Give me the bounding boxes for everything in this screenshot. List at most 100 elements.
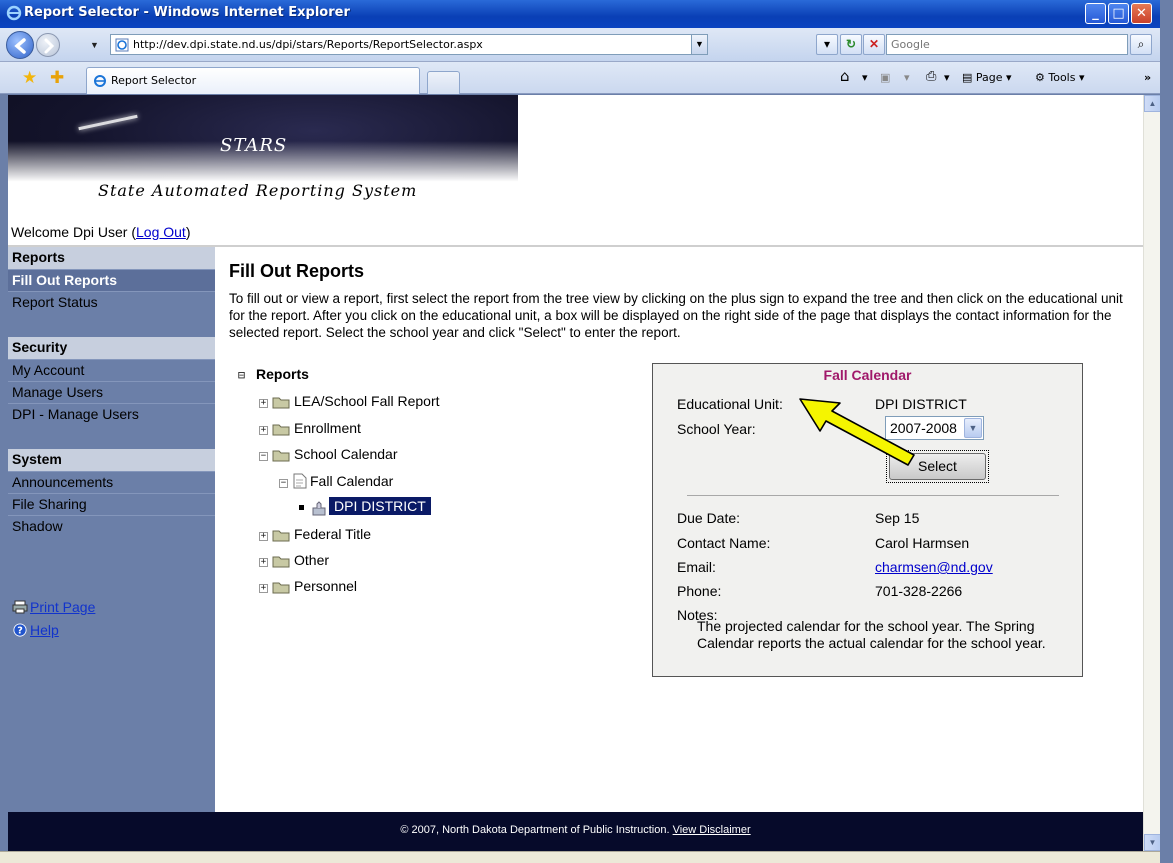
url-dropdown-button[interactable]: ▾ (816, 34, 838, 55)
folder-icon (272, 530, 290, 542)
disclaimer-link[interactable]: View Disclaimer (673, 824, 751, 836)
tree-item-label: LEA/School Fall Report (294, 393, 440, 409)
folder-icon (272, 556, 290, 568)
sidebar-item-dpi-manage-users[interactable]: DPI - Manage Users (8, 403, 215, 425)
folder-icon (272, 450, 290, 462)
welcome-end: ) (185, 224, 191, 240)
favorites-star-icon[interactable]: ★ (22, 68, 37, 88)
sidebar-heading-reports: Reports (8, 247, 215, 269)
printer-icon (12, 600, 28, 614)
collapse-icon[interactable]: ⊟ (237, 369, 246, 381)
copyright-text: © 2007, North Dakota Department of Publi… (400, 824, 673, 836)
panel-title: Fall Calendar (823, 367, 912, 383)
feeds-icon[interactable]: ▣ (880, 71, 890, 84)
school-building-icon (312, 501, 326, 516)
scroll-up-icon[interactable]: ▲ (1144, 95, 1160, 112)
ie-page-icon (94, 75, 106, 87)
help-link[interactable]: ? Help (12, 622, 59, 638)
email-label: Email: (677, 559, 716, 575)
forward-button[interactable] (36, 33, 60, 57)
print-page-link[interactable]: Print Page (12, 599, 95, 615)
tree-item-label: DPI DISTRICT (329, 497, 431, 515)
sidebar-item-file-sharing[interactable]: File Sharing (8, 493, 215, 515)
tools-menu[interactable]: ⚙ Tools ▾ (1035, 71, 1085, 84)
expand-icon[interactable]: + (259, 426, 268, 435)
print-icon[interactable]: ⎙ (926, 69, 936, 84)
home-dropdown-icon[interactable]: ▾ (862, 71, 868, 84)
new-tab-button[interactable] (427, 71, 460, 94)
logout-link[interactable]: Log Out (136, 224, 186, 240)
maximize-button[interactable]: □ (1108, 3, 1129, 24)
sidebar-heading-security: Security (8, 337, 215, 359)
page-menu[interactable]: ▤ Page ▾ (962, 71, 1012, 84)
browser-viewport: STARS State Automated Reporting System W… (8, 95, 1160, 851)
refresh-icon[interactable]: ↻ (840, 34, 862, 55)
page-menu-label: Page (975, 71, 1003, 84)
page-title: Fill Out Reports (229, 261, 364, 281)
print-page-label: Print Page (30, 599, 96, 615)
status-bar (0, 851, 1160, 863)
brand-title: STARS (220, 135, 288, 156)
tree-item-label: Personnel (294, 578, 358, 594)
ie-page-icon (115, 38, 129, 52)
chevron-down-icon: ▼ (964, 418, 982, 438)
sidebar-item-fill-out-reports[interactable]: Fill Out Reports (8, 269, 215, 291)
expand-icon[interactable]: + (259, 584, 268, 593)
contact-name-value: Carol Harmsen (875, 535, 970, 551)
search-box[interactable] (886, 34, 1128, 55)
email-link[interactable]: charmsen@nd.gov (875, 559, 993, 575)
ie-logo-icon (6, 5, 22, 21)
minimize-button[interactable]: _ (1085, 3, 1106, 24)
address-bar: ▼ http://dev.dpi.state.nd.us/dpi/stars/R… (0, 28, 1160, 62)
tab-report-selector[interactable]: Report Selector (86, 67, 420, 94)
history-dropdown-icon[interactable]: ▼ (90, 40, 99, 50)
contact-name-label: Contact Name: (677, 535, 771, 551)
close-button[interactable]: ✕ (1131, 3, 1152, 24)
window-titlebar: Report Selector - Windows Internet Explo… (0, 0, 1160, 28)
stop-icon[interactable]: ✕ (863, 34, 885, 55)
tree-item-label: Federal Title (294, 526, 372, 542)
vertical-scrollbar[interactable]: ▲ ▼ (1143, 95, 1160, 851)
sidebar-item-manage-users[interactable]: Manage Users (8, 381, 215, 403)
school-year-label: School Year: (677, 421, 756, 437)
sidebar-item-announcements[interactable]: Announcements (8, 471, 215, 493)
collapse-icon[interactable]: − (279, 479, 288, 488)
sidebar-item-shadow[interactable]: Shadow (8, 515, 215, 537)
scroll-down-icon[interactable]: ▼ (1144, 834, 1160, 851)
home-icon[interactable]: ⌂ (840, 67, 850, 85)
forward-arrow-icon (44, 38, 55, 54)
print-dropdown-icon[interactable]: ▾ (944, 71, 950, 84)
folder-icon (272, 397, 290, 409)
expand-icon[interactable]: + (259, 399, 268, 408)
url-field[interactable]: http://dev.dpi.state.nd.us/dpi/stars/Rep… (110, 34, 708, 55)
tree-item-label: School Calendar (294, 446, 398, 462)
yellow-arrow-annotation (799, 398, 915, 466)
url-dropdown-icon[interactable]: ▼ (691, 35, 707, 54)
sidebar-heading-system: System (8, 449, 215, 471)
back-arrow-icon (14, 38, 26, 54)
expand-icon[interactable]: + (259, 558, 268, 567)
search-icon[interactable]: ⌕ (1130, 34, 1152, 55)
tab-label: Report Selector (111, 74, 197, 87)
due-date-label: Due Date: (677, 510, 741, 526)
chevron-more-icon[interactable]: » (1144, 71, 1151, 84)
add-favorites-icon[interactable]: ✚ (50, 68, 64, 88)
due-date-value: Sep 15 (875, 510, 920, 526)
help-label: Help (30, 622, 59, 638)
url-text: http://dev.dpi.state.nd.us/dpi/stars/Rep… (133, 38, 483, 51)
sidebar-item-my-account[interactable]: My Account (8, 359, 215, 381)
instructions-text: To fill out or view a report, first sele… (229, 291, 1123, 340)
feeds-dropdown-icon[interactable]: ▾ (904, 71, 910, 84)
sidebar: Reports Fill Out Reports Report Status S… (8, 247, 215, 812)
tree-root-label: Reports (256, 366, 309, 382)
tab-bar: ★ ✚ Report Selector ⌂ ▾ ▣ ▾ ⎙ ▾ ▤ Page ▾… (0, 62, 1160, 94)
back-button[interactable] (6, 31, 34, 59)
notes-value: The projected calendar for the school ye… (697, 618, 1046, 651)
search-input[interactable] (887, 35, 1127, 54)
page-footer: © 2007, North Dakota Department of Publi… (8, 812, 1143, 851)
expand-icon[interactable]: + (259, 532, 268, 541)
welcome-text: Welcome Dpi User ( (11, 224, 136, 240)
collapse-icon[interactable]: − (259, 452, 268, 461)
brand-tagline: State Automated Reporting System (98, 181, 418, 200)
sidebar-item-report-status[interactable]: Report Status (8, 291, 215, 313)
